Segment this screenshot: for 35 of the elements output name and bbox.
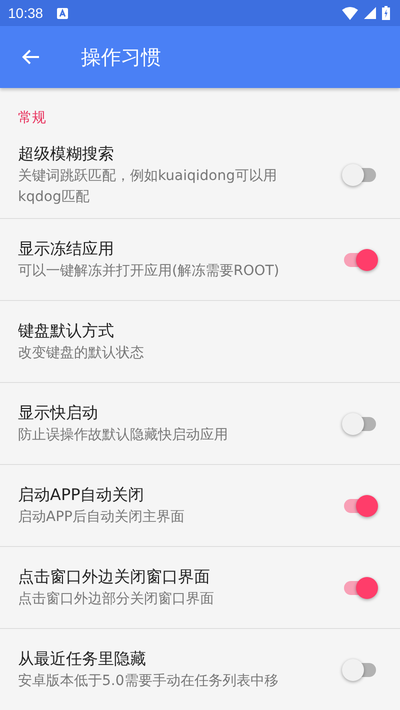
setting-summary: 改变键盘的默认状态 [18, 344, 145, 363]
back-arrow-icon[interactable] [22, 49, 40, 65]
setting-row[interactable]: 键盘默认方式 改变键盘的默认状态 [0, 301, 400, 383]
toggle-switch[interactable] [342, 494, 378, 516]
setting-row[interactable]: 点击窗口外边关闭窗口界面 点击窗口外边部分关闭窗口界面 [0, 547, 400, 629]
toggle-switch[interactable] [342, 248, 378, 270]
setting-title: 超级模糊搜索 [18, 143, 115, 165]
setting-title: 从最近任务里隐藏 [18, 648, 147, 670]
toggle-switch[interactable] [342, 412, 378, 434]
notification-icon [57, 8, 68, 18]
toggle-switch[interactable] [342, 576, 378, 598]
wifi-icon [342, 6, 358, 20]
setting-summary: 启动APP后自动关闭主界面 [18, 508, 186, 527]
signal-icon [364, 7, 376, 19]
setting-title: 启动APP自动关闭 [18, 484, 146, 506]
setting-row[interactable]: 启动APP自动关闭 启动APP后自动关闭主界面 [0, 465, 400, 547]
setting-summary: 点击窗口外边部分关闭窗口界面 [18, 590, 215, 609]
setting-title: 显示冻结应用 [18, 238, 115, 260]
status-time: 10:38 [8, 5, 44, 21]
setting-row[interactable]: 显示冻结应用 可以一键解冻并打开应用(解冻需要ROOT) [0, 219, 400, 301]
setting-summary: 可以一键解冻并打开应用(解冻需要ROOT) [18, 262, 280, 281]
screen-title: 操作习惯 [81, 44, 161, 70]
setting-summary: 关键词跳跃匹配，例如kuaiqidong可以用kqdog匹配 [18, 167, 278, 207]
setting-title: 显示快启动 [18, 402, 99, 424]
toggle-switch[interactable] [342, 658, 378, 680]
setting-row[interactable]: 从最近任务里隐藏 安卓版本低于5.0需要手动在任务列表中移 [0, 629, 400, 710]
toggle-switch[interactable] [342, 164, 378, 186]
battery-icon [382, 6, 390, 20]
setting-title: 点击窗口外边关闭窗口界面 [18, 566, 211, 588]
section-header: 常规 [17, 109, 47, 128]
setting-summary: 防止误操作故默认隐藏快启动应用 [18, 426, 229, 445]
setting-row[interactable]: 显示快启动 防止误操作故默认隐藏快启动应用 [0, 383, 400, 465]
setting-title: 键盘默认方式 [18, 320, 115, 342]
setting-summary: 安卓版本低于5.0需要手动在任务列表中移 [18, 672, 280, 691]
setting-row[interactable]: 超级模糊搜索 关键词跳跃匹配，例如kuaiqidong可以用kqdog匹配 [0, 132, 400, 219]
